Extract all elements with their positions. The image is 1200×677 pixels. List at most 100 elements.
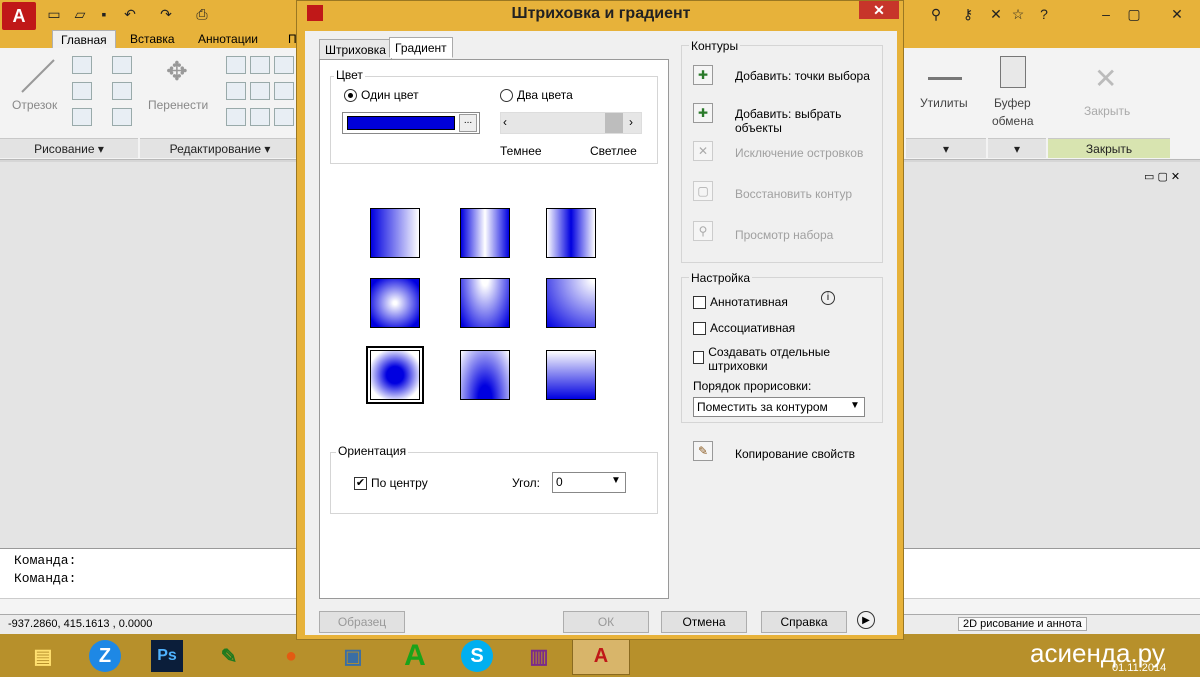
- stretch-icon[interactable]: [226, 108, 246, 126]
- offset-icon[interactable]: [274, 108, 294, 126]
- gradient-inv-cylinder[interactable]: [546, 208, 596, 258]
- panel-modify[interactable]: Редактирование ▾: [140, 138, 300, 158]
- inherit-properties[interactable]: Копирование свойств: [735, 447, 855, 461]
- firefox-icon[interactable]: ●: [262, 637, 320, 675]
- two-color-option[interactable]: Два цвета: [500, 88, 573, 102]
- recreate-boundary[interactable]: Восстановить контур: [735, 187, 875, 201]
- close-tool-label[interactable]: Закрыть: [1084, 104, 1130, 118]
- color-browse-button[interactable]: ...: [459, 114, 477, 132]
- annotative-checkbox[interactable]: [693, 295, 706, 309]
- gradient-cylinder[interactable]: [460, 208, 510, 258]
- shade-slider[interactable]: ‹ ›: [500, 112, 642, 134]
- info-icon[interactable]: i: [821, 291, 835, 305]
- help-icon[interactable]: ?: [1034, 4, 1054, 24]
- gradient-inv-curved[interactable]: [546, 350, 596, 400]
- redo-icon[interactable]: ↷: [156, 4, 176, 24]
- draw-order-select[interactable]: Поместить за контуром ▼: [693, 397, 865, 417]
- panel-utilities-expand[interactable]: ▾: [906, 138, 986, 158]
- panel-clipboard-expand[interactable]: ▾: [988, 138, 1046, 158]
- key-icon[interactable]: ⚷: [958, 4, 978, 24]
- open-file-icon[interactable]: ▱: [70, 4, 90, 24]
- photos-icon[interactable]: ▣: [324, 637, 382, 675]
- panel-close[interactable]: Закрыть: [1048, 138, 1170, 158]
- tab-insert[interactable]: Вставка: [122, 30, 183, 48]
- arc-icon[interactable]: [72, 108, 92, 126]
- angle-select[interactable]: 0 ▼: [552, 472, 626, 493]
- a-app-icon[interactable]: A: [386, 637, 444, 675]
- gradient-linear[interactable]: [370, 208, 420, 258]
- line-tool-label[interactable]: Отрезок: [12, 98, 57, 112]
- minimize-icon[interactable]: –: [1096, 4, 1116, 24]
- add-select-objects[interactable]: Добавить: выбрать объекты: [735, 107, 875, 135]
- undo-icon[interactable]: ↶: [120, 4, 140, 24]
- save-icon[interactable]: ▪: [94, 4, 114, 24]
- tab-home[interactable]: Главная: [52, 30, 116, 48]
- explorer-icon[interactable]: ▤: [14, 637, 72, 675]
- winrar-icon[interactable]: ▥: [510, 637, 568, 675]
- one-color-radio[interactable]: [344, 88, 357, 102]
- centered-checkbox[interactable]: ✔: [354, 476, 367, 490]
- inherit-properties-icon[interactable]: ✎: [693, 441, 713, 461]
- one-color-option[interactable]: Один цвет: [344, 88, 419, 102]
- dialog-close-button[interactable]: ✕: [859, 1, 899, 19]
- gradient-hemispherical[interactable]: [460, 278, 510, 328]
- tab-hatch[interactable]: Штриховка: [319, 39, 392, 60]
- clipboard-label-1[interactable]: Буфер: [994, 96, 1031, 110]
- slider-left-icon[interactable]: ‹: [503, 115, 507, 129]
- rotate-icon[interactable]: [250, 56, 270, 74]
- autocad-taskbar-icon[interactable]: A: [572, 637, 630, 675]
- separate-option[interactable]: Создавать отдельные штриховки: [693, 345, 863, 373]
- add-pick-icon[interactable]: ✚: [693, 65, 713, 85]
- photoshop-icon[interactable]: Ps: [138, 637, 196, 675]
- viewport-controls[interactable]: ▭ ▢ ✕: [1144, 170, 1180, 183]
- tab-gradient[interactable]: Градиент: [389, 37, 453, 58]
- z-app-icon[interactable]: Z: [76, 637, 134, 675]
- separate-checkbox[interactable]: [693, 351, 705, 364]
- spline-icon[interactable]: [112, 56, 132, 74]
- cancel-button[interactable]: Отмена: [661, 611, 747, 633]
- notepad-icon[interactable]: ✎: [200, 637, 258, 675]
- scale-icon[interactable]: [250, 108, 270, 126]
- two-color-radio[interactable]: [500, 88, 513, 102]
- gradient-curved[interactable]: [546, 278, 596, 328]
- exchange-icon[interactable]: ✕: [986, 4, 1006, 24]
- more-options-icon[interactable]: ▶: [857, 611, 875, 629]
- circle-icon[interactable]: [72, 82, 92, 100]
- associative-checkbox[interactable]: [693, 321, 706, 335]
- trim-icon[interactable]: [274, 56, 294, 74]
- slider-right-icon[interactable]: ›: [629, 115, 633, 129]
- annotative-option[interactable]: Аннотативная: [693, 295, 788, 309]
- new-file-icon[interactable]: ▭: [44, 4, 64, 24]
- recreate-boundary-icon[interactable]: ▢: [693, 181, 713, 201]
- workspace-switcher[interactable]: 2D рисование и аннота: [958, 617, 1087, 631]
- close-window-icon[interactable]: ✕: [1160, 4, 1194, 24]
- add-select-icon[interactable]: ✚: [693, 103, 713, 123]
- ok-button[interactable]: ОК: [563, 611, 649, 633]
- color-selector[interactable]: ...: [342, 112, 480, 134]
- array-icon[interactable]: [274, 82, 294, 100]
- rectangle-icon[interactable]: [112, 82, 132, 100]
- hatch-icon[interactable]: [112, 108, 132, 126]
- tab-annotate[interactable]: Аннотации: [190, 30, 266, 48]
- slider-thumb[interactable]: [605, 113, 623, 133]
- utilities-label[interactable]: Утилиты: [920, 96, 968, 110]
- skype-icon[interactable]: S: [448, 637, 506, 675]
- binoculars-icon[interactable]: ⚲: [926, 4, 946, 24]
- panel-draw[interactable]: Рисование ▾: [0, 138, 138, 158]
- view-selection-icon[interactable]: ⚲: [693, 221, 713, 241]
- print-icon[interactable]: ⎙: [192, 4, 212, 24]
- help-button[interactable]: Справка: [761, 611, 847, 633]
- view-selection[interactable]: Просмотр набора: [735, 228, 875, 242]
- move-tool-label[interactable]: Перенести: [148, 98, 208, 112]
- preview-button[interactable]: Образец: [319, 611, 405, 633]
- gradient-spherical[interactable]: [370, 278, 420, 328]
- clipboard-label-2[interactable]: обмена: [992, 114, 1034, 128]
- remove-islands[interactable]: Исключение островков: [735, 146, 875, 160]
- fillet-icon[interactable]: [250, 82, 270, 100]
- centered-option[interactable]: ✔ По центру: [354, 476, 428, 490]
- mirror-icon[interactable]: [226, 82, 246, 100]
- remove-islands-icon[interactable]: ✕: [693, 141, 713, 161]
- polyline-icon[interactable]: [72, 56, 92, 74]
- app-menu-button[interactable]: A: [2, 2, 36, 30]
- copy-icon[interactable]: [226, 56, 246, 74]
